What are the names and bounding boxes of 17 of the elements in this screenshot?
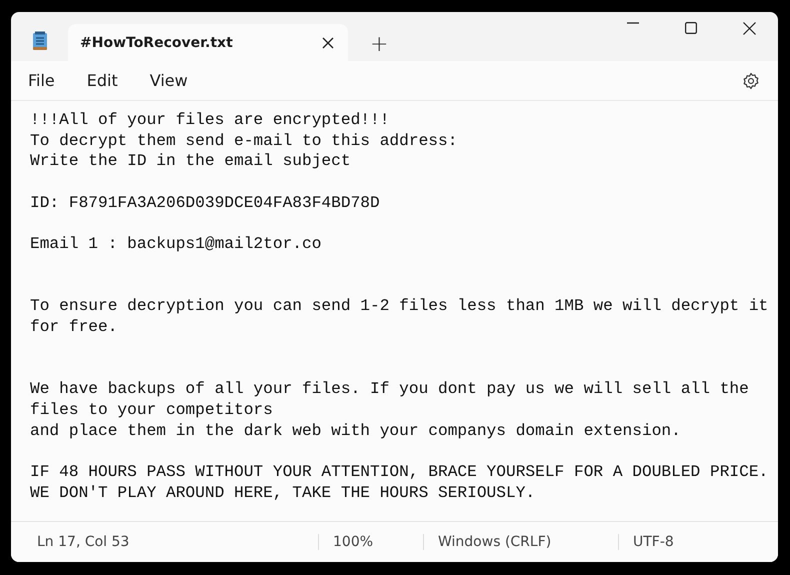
settings-icon[interactable] bbox=[742, 72, 760, 90]
document-tab[interactable]: #HowToRecover.txt bbox=[68, 24, 348, 61]
status-text: Windows (CRLF) bbox=[423, 534, 618, 550]
status-text: Ln 17, Col 53 bbox=[36, 534, 130, 550]
maximize-icon[interactable] bbox=[685, 22, 697, 34]
notepad-icon bbox=[32, 30, 48, 50]
close-icon[interactable] bbox=[743, 22, 756, 35]
menu-item[interactable]: Edit bbox=[86, 71, 118, 90]
close-icon[interactable] bbox=[322, 36, 334, 48]
status-text: UTF-8 bbox=[618, 534, 674, 550]
document-text: !!!All of your files are encrypted!!! To decrypt them send e-mail to this address: Write the ID in the email subject ID: F8791FA3A206D039DCE04FA83F4BD78D Email 1 : backups1@mail2tor.co To ensure decryption you can send 1-2 files less than 1MB we will decrypt it for free. We have backups of all your files. If you dont pay us we will sell all the files to your competitors and place them in the dark web with your companys domain extension. IF 48 HOURS PASS WITHOUT YOUR ATTENTION, BRACE YOURSELF FOR A DOUBLED PRICE. WE DON'T PLAY AROUND HERE, TAKE THE HOURS SERIOUSLY. bbox=[30, 110, 768, 504]
new-tab-button[interactable]: + bbox=[364, 32, 394, 57]
menu-item[interactable]: View bbox=[150, 71, 188, 90]
minimize-icon[interactable] bbox=[627, 22, 639, 24]
status-text: 100% bbox=[318, 534, 423, 550]
tab-title: #HowToRecover.txt bbox=[80, 34, 234, 50]
menu-item[interactable]: File bbox=[28, 71, 55, 90]
